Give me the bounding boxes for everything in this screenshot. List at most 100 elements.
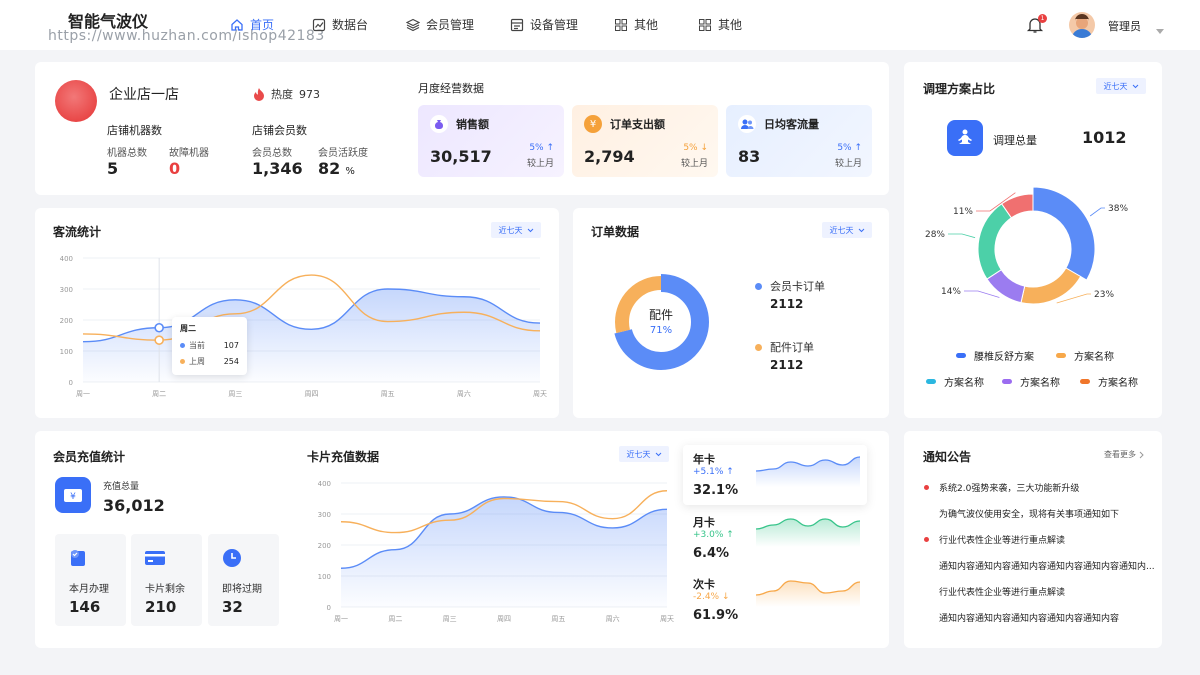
series-area bbox=[83, 289, 540, 382]
notice-item[interactable]: 系统2.0强势来袭，三大功能新升级 bbox=[923, 481, 1158, 497]
avatar[interactable] bbox=[1069, 12, 1095, 38]
clock-icon bbox=[223, 549, 241, 567]
plan-range-select[interactable]: 近七天 bbox=[1096, 78, 1146, 94]
tile-remaining-label: 卡片剩余 bbox=[145, 584, 185, 595]
notice-item[interactable]: 通知内容通知内容通知内容通知内容通知内容 bbox=[923, 611, 1158, 627]
notification-button[interactable]: 1 bbox=[1026, 14, 1047, 38]
year-card-value: 32.1% bbox=[693, 483, 739, 498]
notice-text: 通知内容通知内容通知内容通知内容通知内容通知内... bbox=[939, 562, 1155, 572]
recharge-tile-remaining[interactable]: 卡片剩余 210 bbox=[131, 534, 202, 626]
traffic-range-select[interactable]: 近七天 bbox=[491, 222, 541, 238]
card-icon bbox=[145, 551, 165, 565]
monthly-expense-box[interactable]: ¥ 订单支出额 2,794 5% ↓ 较上月 bbox=[572, 105, 718, 177]
machines-total-label: 机器总数 bbox=[107, 148, 147, 159]
people-icon bbox=[738, 115, 756, 133]
members-total-value: 1,346 bbox=[252, 159, 303, 178]
tile-remaining-value: 210 bbox=[145, 598, 177, 616]
notice-text: 行业代表性企业等进行重点解读 bbox=[939, 588, 1066, 598]
device-icon bbox=[510, 18, 524, 31]
recharge-tile-month[interactable]: 本月办理 146 bbox=[55, 534, 126, 626]
notice-item[interactable]: 行业代表性企业等进行重点解读 bbox=[923, 533, 1158, 549]
orders-range-select[interactable]: 近七天 bbox=[822, 222, 872, 238]
month-card-value: 6.4% bbox=[693, 546, 730, 561]
nav-dashboard[interactable]: 数据台 bbox=[312, 16, 368, 33]
chevron-right-icon bbox=[1139, 451, 1144, 458]
nav-members[interactable]: 会员管理 bbox=[406, 16, 474, 33]
orders-card: 订单数据 近七天 配件 71% 会员卡订单 2112 配件订单 2112 bbox=[573, 208, 889, 418]
year-card-change: +5.1% ↑ bbox=[693, 467, 734, 477]
members-active-label: 会员活跃度 bbox=[318, 148, 368, 159]
monthly-sales-box[interactable]: 销售额 30,517 5% ↑ 较上月 bbox=[418, 105, 564, 177]
tooltip-last-label: 上周 bbox=[189, 357, 205, 366]
user-menu-toggle[interactable] bbox=[1155, 20, 1165, 39]
y-tick-label: 0 bbox=[69, 379, 73, 387]
x-tick-label: 周一 bbox=[334, 615, 348, 623]
notice-title: 通知公告 bbox=[923, 450, 972, 464]
x-tick-label: 周三 bbox=[443, 615, 457, 623]
x-tick-label: 周二 bbox=[152, 390, 166, 398]
recharge-tile-expiring[interactable]: 即将过期 32 bbox=[208, 534, 279, 626]
nav-home[interactable]: 首页 bbox=[230, 16, 274, 33]
orders-member-value: 2112 bbox=[770, 297, 804, 311]
notice-item[interactable]: 通知内容通知内容通知内容通知内容通知内容通知内... bbox=[923, 559, 1158, 575]
x-tick-label: 周三 bbox=[228, 390, 242, 398]
nav-devices[interactable]: 设备管理 bbox=[510, 16, 578, 33]
tooltip-last-value: 254 bbox=[223, 357, 239, 366]
legend-label: 方案名称 bbox=[944, 378, 984, 389]
sales-compare: 较上月 bbox=[526, 159, 554, 169]
recharge-total-label: 充值总量 bbox=[103, 482, 140, 492]
legend-swatch bbox=[926, 379, 936, 384]
notification-badge: 1 bbox=[1038, 14, 1047, 23]
plan-total-value: 1012 bbox=[1082, 128, 1127, 147]
store-logo bbox=[55, 80, 97, 122]
expense-value: 2,794 bbox=[584, 147, 635, 166]
nav-other-2[interactable]: 其他 bbox=[698, 16, 742, 33]
traffic-box-label: 日均客流量 bbox=[764, 118, 819, 131]
card-type-sparklines bbox=[755, 456, 861, 607]
card-recharge-range-select[interactable]: 近七天 bbox=[619, 446, 669, 462]
members-total-label: 会员总数 bbox=[252, 148, 292, 159]
nav-other-1-label: 其他 bbox=[634, 18, 659, 32]
expense-compare: 较上月 bbox=[680, 159, 708, 169]
recharge-total-value: 36,012 bbox=[103, 496, 165, 515]
notice-item[interactable]: 行业代表性企业等进行重点解读 bbox=[923, 585, 1158, 601]
x-tick-label: 周六 bbox=[457, 389, 471, 398]
chevron-down-icon bbox=[858, 228, 864, 232]
traffic-tooltip: 周二 当前 107 上周 254 bbox=[172, 317, 247, 375]
x-tick-label: 周五 bbox=[381, 390, 395, 398]
y-tick-label: 0 bbox=[327, 604, 331, 612]
orders-legend-member: 会员卡订单 bbox=[755, 278, 825, 294]
slice-label: 23% bbox=[1094, 290, 1114, 300]
y-tick-label: 400 bbox=[318, 480, 331, 488]
slice-label: 28% bbox=[925, 230, 945, 240]
times-card-name: 次卡 bbox=[693, 578, 715, 591]
traffic-card: 客流统计 近七天 0 100 200 300 400 周一 周二 周三 周四 周五 周六 周天 周二 … bbox=[35, 208, 559, 418]
notice-card: 通知公告 查看更多 系统2.0强势来袭，三大功能新升级 为确气波仪使用安全，现将… bbox=[904, 431, 1162, 648]
legend-swatch bbox=[1002, 379, 1012, 384]
plan-legend-item: 方案名称 bbox=[1080, 374, 1138, 389]
sparkline-area bbox=[756, 519, 860, 547]
times-card-value: 61.9% bbox=[693, 608, 739, 623]
recharge-title: 会员充值统计 bbox=[53, 450, 126, 464]
series-area bbox=[341, 496, 667, 607]
store-heat: 热度 973 bbox=[253, 86, 320, 102]
monthly-traffic-box[interactable]: 日均客流量 83 5% ↑ 较上月 bbox=[726, 105, 872, 177]
nav-devices-label: 设备管理 bbox=[530, 18, 579, 32]
legend-label: 方案名称 bbox=[1098, 378, 1138, 389]
tooltip-day: 周二 bbox=[180, 324, 196, 333]
orders-member-label: 会员卡订单 bbox=[770, 280, 825, 293]
top-header: 智能气波仪 https://www.huzhan.com/ishop42183 … bbox=[0, 0, 1200, 50]
store-name: 企业店一店 bbox=[109, 87, 179, 103]
y-tick-label: 300 bbox=[60, 286, 73, 294]
notice-more-link[interactable]: 查看更多 bbox=[1104, 449, 1144, 460]
sparkline-area bbox=[756, 457, 860, 487]
watermark: https://www.huzhan.com/ishop42183 bbox=[48, 28, 325, 44]
nav-other-1[interactable]: 其他 bbox=[614, 16, 658, 33]
nav-dashboard-label: 数据台 bbox=[332, 18, 369, 32]
nav-members-label: 会员管理 bbox=[426, 18, 475, 32]
notice-text: 系统2.0强势来袭，三大功能新升级 bbox=[939, 484, 1080, 494]
notice-item[interactable]: 为确气波仪使用安全，现将有关事项通知如下 bbox=[923, 507, 1158, 523]
meditation-icon bbox=[947, 120, 983, 156]
fire-icon bbox=[254, 88, 264, 101]
legend-dot bbox=[755, 343, 762, 351]
